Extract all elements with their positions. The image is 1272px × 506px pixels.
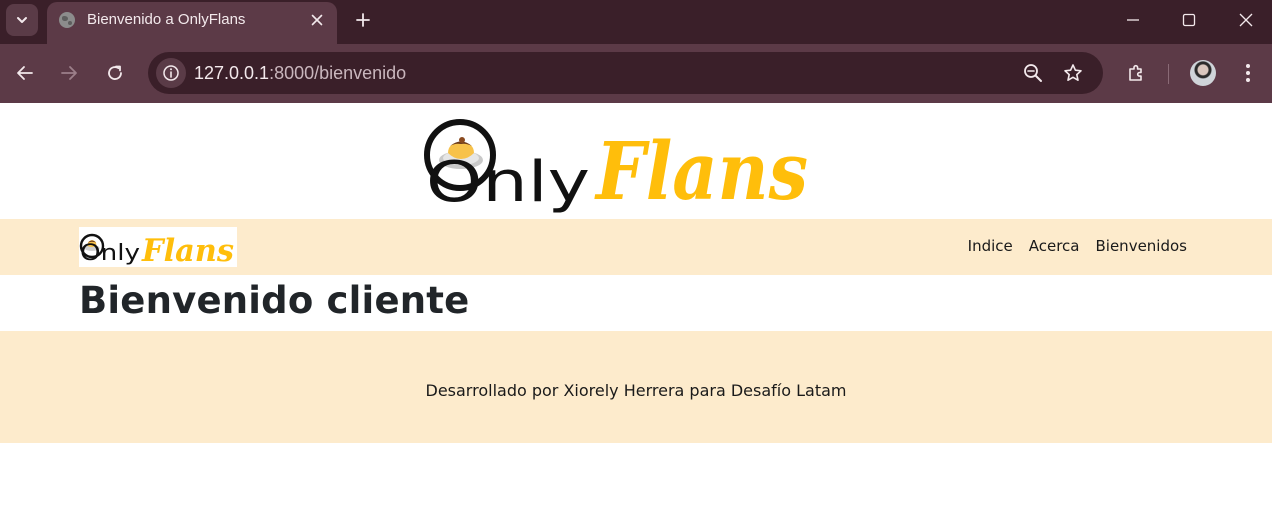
navbar-links: Indice Acerca Bienvenidos [968, 237, 1187, 255]
page-title: Bienvenido cliente [79, 279, 470, 322]
site-navbar: Only Flans Indice Acerca Bienvenidos [0, 219, 1272, 275]
url-host: 127.0.0.1 [194, 63, 270, 83]
browser-toolbar: 127.0.0.1:8000/bienvenido [0, 44, 1272, 103]
puzzle-icon [1129, 64, 1142, 81]
chevron-down-icon [17, 17, 27, 23]
maximize-icon [1182, 13, 1196, 27]
minimize-icon [1127, 19, 1139, 21]
tab-search-button[interactable] [6, 4, 38, 36]
bookmark-button[interactable] [1061, 61, 1085, 85]
close-icon [1239, 13, 1253, 27]
address-bar[interactable]: 127.0.0.1:8000/bienvenido [148, 52, 1103, 94]
reload-icon [108, 65, 122, 80]
profile-avatar[interactable] [1190, 60, 1216, 86]
brand-logo-only: Only [80, 241, 140, 266]
zoom-out-icon [1024, 64, 1042, 82]
arrow-right-icon [61, 66, 77, 80]
arrow-left-icon [17, 66, 33, 80]
url-text: 127.0.0.1:8000/bienvenido [194, 63, 406, 84]
hero-logo-only: Only [426, 150, 590, 213]
hero-logo-flans: Flans [594, 124, 808, 213]
info-icon [163, 65, 179, 81]
close-icon [311, 14, 323, 26]
browser-tab-active[interactable]: Bienvenido a OnlyFlans [47, 2, 337, 44]
tab-title: Bienvenido a OnlyFlans [87, 11, 246, 28]
url-path: :8000/bienvenido [269, 63, 407, 83]
back-button[interactable] [10, 58, 40, 88]
maximize-button[interactable] [1173, 6, 1205, 34]
tab-close-button[interactable] [307, 10, 327, 30]
globe-icon [59, 12, 75, 28]
reload-button[interactable] [100, 58, 130, 88]
nav-link-bienvenidos[interactable]: Bienvenidos [1096, 237, 1188, 255]
brand-logo-flans: Flans [141, 233, 234, 267]
star-icon [1064, 64, 1082, 81]
more-vert-icon [1246, 64, 1250, 82]
forward-button[interactable] [54, 58, 84, 88]
zoom-button[interactable] [1021, 61, 1045, 85]
new-tab-button[interactable] [351, 8, 375, 32]
browser-menu-button[interactable] [1233, 58, 1263, 88]
nav-link-indice[interactable]: Indice [968, 237, 1013, 255]
nav-link-acerca[interactable]: Acerca [1029, 237, 1080, 255]
site-footer: Desarrollado por Xiorely Herrera para De… [0, 331, 1272, 443]
minimize-button[interactable] [1117, 6, 1149, 34]
extensions-button[interactable] [1121, 58, 1151, 88]
site-info-button[interactable] [156, 58, 186, 88]
close-window-button[interactable] [1230, 6, 1262, 34]
navbar-brand-logo[interactable]: Only Flans [79, 227, 237, 267]
onlyflans-hero-logo: Only Flans [424, 119, 808, 213]
page-content: Only Flans Only Flans Indice Acerca Bien… [0, 103, 1272, 506]
footer-credits: Desarrollado por Xiorely Herrera para De… [425, 381, 847, 400]
browser-tabstrip: Bienvenido a OnlyFlans [0, 0, 1272, 44]
plus-icon [356, 13, 370, 27]
toolbar-divider [1168, 64, 1169, 84]
